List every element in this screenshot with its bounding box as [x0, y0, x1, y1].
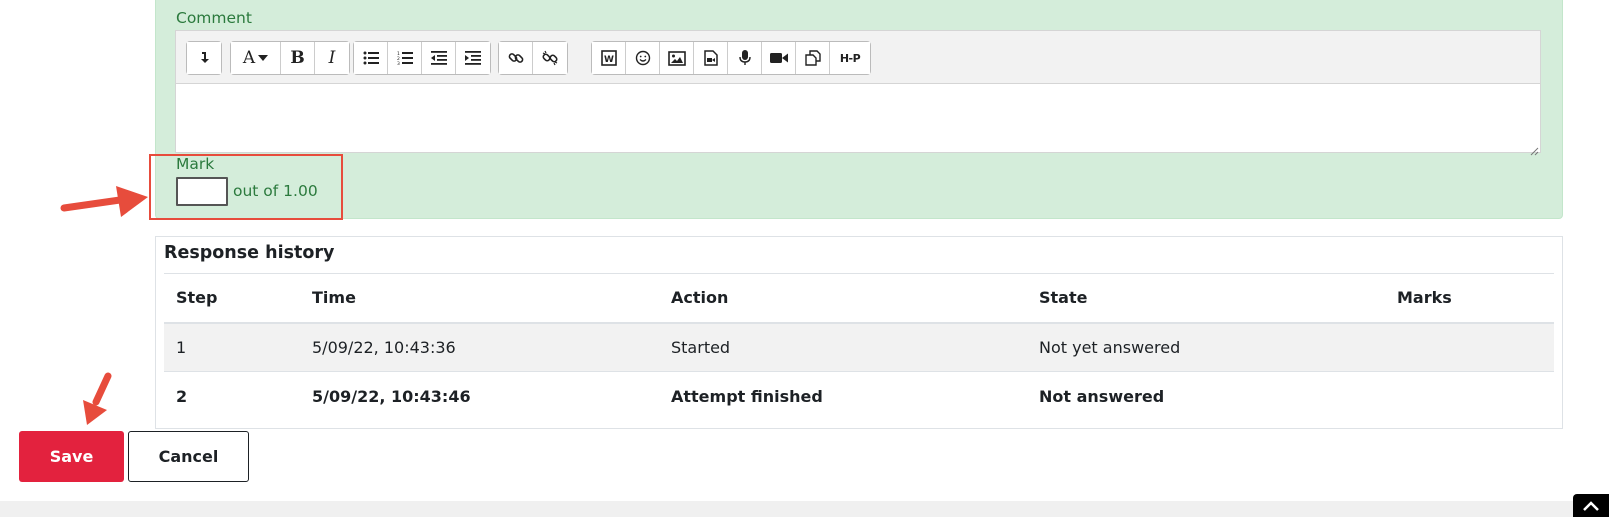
- h5p-button[interactable]: H-P: [830, 42, 870, 74]
- row2-time: 5/09/22, 10:43:46: [312, 387, 471, 406]
- mark-label: Mark: [176, 155, 215, 173]
- font-style-button[interactable]: A: [231, 42, 281, 74]
- annotation-arrow-down-icon: [83, 372, 112, 425]
- italic-icon: I: [328, 48, 336, 68]
- chevron-down-icon: [258, 55, 269, 61]
- page-bottom-strip: [0, 501, 1609, 517]
- save-button[interactable]: Save: [19, 431, 124, 482]
- row1-step: 1: [176, 338, 187, 357]
- manage-files-button[interactable]: [796, 42, 830, 74]
- unlink-icon: [542, 50, 558, 66]
- toolbar-group-media: W H-P: [591, 41, 871, 75]
- row1-time: 5/09/22, 10:43:36: [312, 338, 456, 357]
- bold-icon: B: [290, 48, 305, 68]
- row2-action: Attempt finished: [671, 387, 823, 406]
- toolbar-group-collapse: [186, 41, 222, 75]
- column-header-action: Action: [671, 288, 729, 307]
- word-import-button[interactable]: W: [592, 42, 626, 74]
- record-audio-icon: [738, 50, 751, 65]
- row2-state: Not answered: [1039, 387, 1165, 406]
- media-button[interactable]: [694, 42, 728, 74]
- annotation-arrow-right-icon: [60, 186, 148, 217]
- comment-editor[interactable]: [175, 83, 1541, 153]
- svg-text:3: 3: [397, 61, 400, 65]
- record-audio-button[interactable]: [728, 42, 762, 74]
- mark-input[interactable]: [176, 177, 228, 206]
- column-header-step: Step: [176, 288, 218, 307]
- column-header-time: Time: [312, 288, 356, 307]
- column-header-marks: Marks: [1397, 288, 1452, 307]
- font-style-icon: A: [242, 48, 256, 68]
- column-header-state: State: [1039, 288, 1088, 307]
- emoji-button[interactable]: [626, 42, 660, 74]
- image-button[interactable]: [660, 42, 694, 74]
- word-import-icon: W: [600, 50, 617, 66]
- toolbar-group-links: [498, 41, 568, 75]
- bold-button[interactable]: B: [281, 42, 315, 74]
- record-video-button[interactable]: [762, 42, 796, 74]
- manage-files-icon: [804, 50, 821, 66]
- outdent-icon: [430, 51, 447, 65]
- cancel-button[interactable]: Cancel: [128, 431, 249, 482]
- row1-state: Not yet answered: [1039, 338, 1181, 357]
- ordered-list-button[interactable]: 1 2 3: [388, 42, 422, 74]
- collapse-button[interactable]: [187, 42, 221, 74]
- media-icon: [703, 50, 718, 66]
- toolbar-group-lists: 1 2 3: [353, 41, 491, 75]
- chevron-up-icon: [1583, 501, 1599, 511]
- unlink-button[interactable]: [533, 42, 567, 74]
- history-divider: [164, 273, 1554, 274]
- response-history-title: Response history: [164, 243, 335, 263]
- link-icon: [508, 53, 523, 63]
- row2-step: 2: [176, 387, 188, 406]
- ordered-list-icon: 1 2 3: [397, 51, 413, 65]
- unordered-list-icon: [363, 51, 379, 65]
- comment-label: Comment: [176, 9, 252, 27]
- indent-button[interactable]: [456, 42, 490, 74]
- indent-icon: [465, 51, 481, 65]
- scroll-to-top-button[interactable]: [1573, 494, 1609, 517]
- mark-out-of: out of 1.00: [233, 182, 318, 200]
- italic-button[interactable]: I: [315, 42, 349, 74]
- toolbar-group-font: A B I: [230, 41, 350, 75]
- resize-grip-icon[interactable]: [1530, 141, 1539, 156]
- editor-toolbar: A B I 1 2 3 W H-P: [175, 30, 1541, 83]
- h5p-icon: H-P: [839, 51, 861, 65]
- emoji-icon: [635, 50, 650, 66]
- record-video-icon: [769, 53, 788, 63]
- link-button[interactable]: [499, 42, 533, 74]
- svg-text:W: W: [604, 55, 614, 65]
- outdent-button[interactable]: [422, 42, 456, 74]
- collapse-icon: [201, 52, 209, 63]
- image-icon: [667, 50, 686, 66]
- unordered-list-button[interactable]: [354, 42, 388, 74]
- row1-action: Started: [671, 338, 731, 357]
